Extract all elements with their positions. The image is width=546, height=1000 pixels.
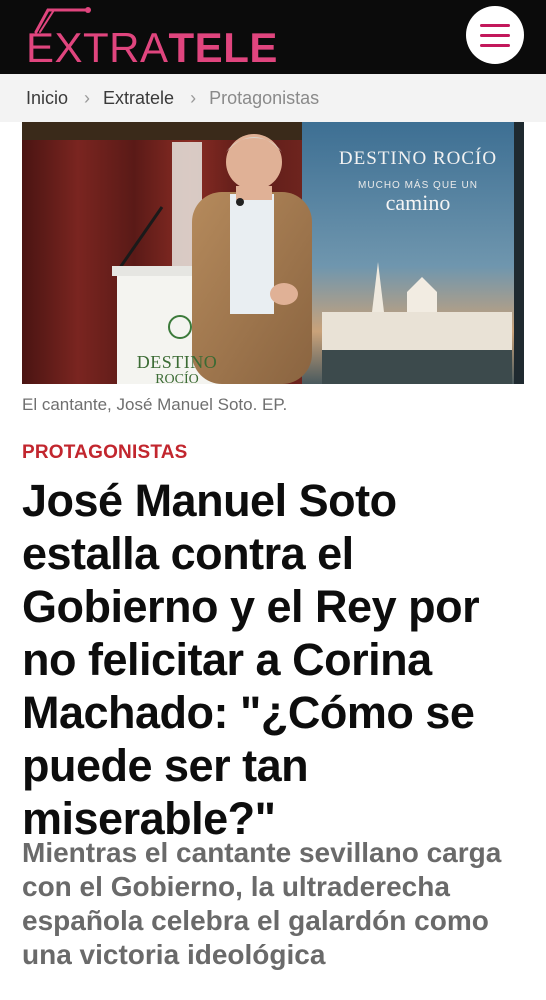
site-header: EXTRATELE xyxy=(0,0,546,74)
breadcrumb-inicio[interactable]: Inicio xyxy=(26,88,68,109)
article-photo[interactable]: DESTINO ROCÍO MUCHO MÁS QUE UN camino DE… xyxy=(22,122,524,384)
subheadline-line: española celebra el galardón como xyxy=(22,905,489,936)
logo-word-tele: TELE xyxy=(168,24,278,71)
logo-word-extra: EXTRA xyxy=(26,24,169,71)
section-tag[interactable]: PROTAGONISTAS xyxy=(22,442,188,464)
headline-line: José Manuel Soto xyxy=(22,475,397,526)
logo-wordmark: EXTRATELE xyxy=(26,26,278,70)
banner-title: DESTINO ROCÍO xyxy=(338,148,498,169)
hamburger-menu-icon xyxy=(480,23,510,27)
breadcrumb-protagonistas[interactable]: Protagonistas xyxy=(209,88,319,109)
subheadline-line: con el Gobierno, la ultraderecha xyxy=(22,871,450,902)
subheadline-line: una victoria ideológica xyxy=(22,939,326,970)
extratele-logo[interactable]: EXTRATELE xyxy=(26,4,326,70)
chevron-right-icon: › xyxy=(190,87,197,108)
headline-line: Gobierno y el Rey por xyxy=(22,581,480,632)
headline-line: puede ser tan xyxy=(22,740,309,791)
photo-caption: El cantante, José Manuel Soto. EP. xyxy=(22,395,288,414)
hamburger-menu-button[interactable] xyxy=(466,6,524,64)
subheadline-line: Mientras el cantante sevillano carga xyxy=(22,837,502,868)
headline-line: Machado: "¿Cómo se xyxy=(22,687,475,738)
headline-line: no felicitar a Corina xyxy=(22,634,432,685)
headline-line: estalla contra el xyxy=(22,528,354,579)
article-subheadline: Mientras el cantante sevillano carga con… xyxy=(22,836,522,972)
breadcrumb-extratele[interactable]: Extratele xyxy=(103,88,174,109)
podium-logo-text: DESTINO xyxy=(136,352,218,372)
podium-logo-text-2: ROCÍO xyxy=(155,372,199,384)
article-headline: José Manuel Soto estalla contra el Gobie… xyxy=(22,474,532,845)
breadcrumb: Inicio › Extratele › Protagonistas xyxy=(0,74,546,122)
chevron-right-icon: › xyxy=(84,87,91,108)
banner-tagline-bottom: camino xyxy=(385,190,451,215)
